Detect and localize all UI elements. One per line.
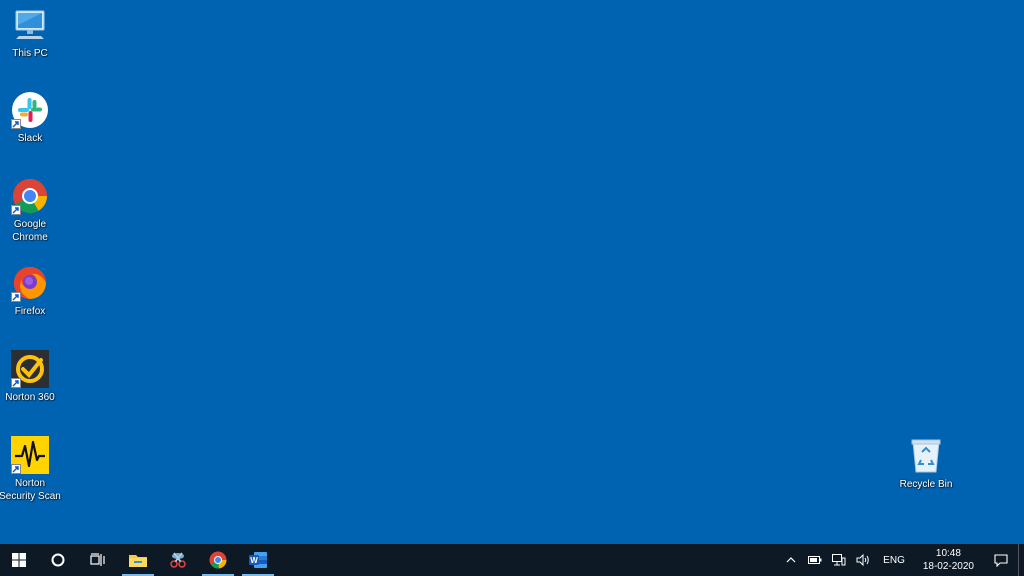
network-icon	[832, 554, 846, 566]
taskbar-snipping-tool[interactable]	[158, 544, 198, 576]
norton-security-scan-icon	[11, 436, 49, 474]
desktop-icon-this-pc[interactable]: This PC	[0, 6, 60, 60]
chrome-icon	[11, 177, 49, 215]
clock-button[interactable]: 10:48 18-02-2020	[913, 547, 984, 573]
desktop-icon-label: Norton 360	[5, 392, 55, 403]
show-hidden-icons-button[interactable]	[779, 544, 803, 576]
norton-360-icon	[11, 350, 49, 388]
taskbar-word[interactable]: W	[238, 544, 278, 576]
battery-button[interactable]	[803, 544, 827, 576]
slack-icon	[11, 91, 49, 129]
volume-button[interactable]	[851, 544, 875, 576]
firefox-icon	[11, 264, 49, 302]
speaker-icon	[856, 554, 869, 566]
desktop-icon-label: This PC	[12, 48, 48, 59]
word-icon: W	[249, 552, 267, 568]
taskbar-file-explorer[interactable]	[118, 544, 158, 576]
taskbar-chrome[interactable]	[198, 544, 238, 576]
scissors-icon	[170, 552, 186, 568]
recycle-bin-icon	[907, 437, 945, 475]
desktop-icon-norton-360[interactable]: Norton 360	[0, 350, 60, 404]
system-tray: ENG 10:48 18-02-2020	[779, 544, 1024, 576]
task-view-button[interactable]	[78, 544, 118, 576]
this-pc-icon	[11, 6, 49, 44]
shortcut-arrow-icon	[11, 292, 21, 302]
task-view-icon	[90, 553, 105, 566]
clock-time: 10:48	[935, 548, 961, 559]
notification-icon	[994, 553, 1008, 567]
battery-icon	[808, 556, 822, 564]
desktop-icon-label: Norton Security Scan	[0, 478, 61, 502]
search-button[interactable]	[38, 544, 78, 576]
clock-date: 18-02-2020	[922, 561, 974, 572]
shortcut-arrow-icon	[11, 119, 21, 129]
desktop-icon-label: Recycle Bin	[899, 479, 953, 490]
show-desktop-button[interactable]	[1018, 544, 1024, 576]
taskbar: W ENG 10:48 18-02-2020	[0, 544, 1024, 576]
network-button[interactable]	[827, 544, 851, 576]
cortana-circle-icon	[51, 553, 65, 567]
desktop[interactable]: This PC Slack Google Chrome Firefox Nort…	[0, 0, 1024, 544]
desktop-icon-google-chrome[interactable]: Google Chrome	[0, 177, 60, 244]
desktop-icon-firefox[interactable]: Firefox	[0, 264, 60, 318]
desktop-icon-label: Google Chrome	[12, 219, 48, 243]
desktop-icon-recycle-bin[interactable]: Recycle Bin	[896, 437, 956, 491]
desktop-icon-slack[interactable]: Slack	[0, 91, 60, 145]
svg-text:W: W	[250, 556, 258, 565]
folder-icon	[129, 555, 147, 567]
shortcut-arrow-icon	[11, 378, 21, 388]
input-language-button[interactable]: ENG	[875, 544, 913, 576]
desktop-icon-label: Slack	[17, 133, 43, 144]
desktop-icon-norton-security-scan[interactable]: Norton Security Scan	[0, 436, 61, 503]
action-center-button[interactable]	[984, 544, 1018, 576]
windows-logo-icon	[12, 553, 26, 567]
chevron-up-icon	[786, 557, 796, 563]
shortcut-arrow-icon	[11, 464, 21, 474]
desktop-icon-label: Firefox	[14, 306, 46, 317]
shortcut-arrow-icon	[11, 205, 21, 215]
chrome-icon	[209, 551, 227, 569]
start-button[interactable]	[0, 544, 38, 576]
